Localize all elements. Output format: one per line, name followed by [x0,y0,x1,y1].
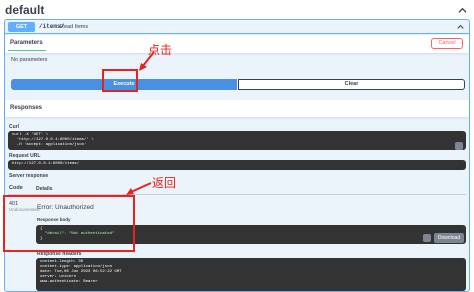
swagger-page: default GET /items/ Read Items Parameter… [0,0,474,292]
section-title[interactable]: default [5,3,44,17]
request-url-block: http://127.0.0.1:8000/items/ [8,160,466,170]
execute-wrapper: Execute Clear [11,79,465,90]
chevron-up-icon[interactable] [458,6,467,15]
annotation-box-execute [102,69,138,92]
curl-code-block: curl -X 'GET' \ 'http://127.0.0.1:8000/i… [8,131,466,150]
copy-icon[interactable] [423,234,431,242]
method-badge: GET [8,22,35,32]
request-url-label: Request URL [9,153,41,159]
response-headers-block: content-length: 30 content-type: applicat… [36,258,466,291]
tab-underline [8,50,46,51]
copy-icon[interactable] [455,142,463,150]
chevron-up-icon[interactable] [457,24,464,30]
curl-line: -H 'accept: application/json' [12,143,87,147]
annotation-arrow-icon [126,182,152,195]
request-url: http://127.0.0.1:8000/items/ [12,162,80,166]
parameters-header: Parameters Cancel [5,35,469,53]
responses-header: Responses [5,100,469,117]
annotation-box-response [3,195,135,252]
column-details: Details [36,186,53,192]
responses-title: Responses [10,105,43,111]
curl-label: Curl [9,124,19,130]
tab-parameters[interactable]: Parameters [10,40,43,46]
annotation-click-label: 点击 [148,43,173,57]
clear-button[interactable]: Clear [238,79,465,90]
no-parameters-text: No parameters [11,57,48,63]
annotation-return-label: 返回 [152,176,177,190]
operation-summary[interactable]: GET /items/ Read Items [5,20,469,34]
operation-description: Read Items [60,23,89,30]
server-response-label: Server response [9,173,49,179]
download-button[interactable]: Download [434,233,464,243]
cancel-button[interactable]: Cancel [431,38,463,49]
header-line: www-authenticate: Bearer [40,280,98,284]
column-code: Code [9,185,23,191]
